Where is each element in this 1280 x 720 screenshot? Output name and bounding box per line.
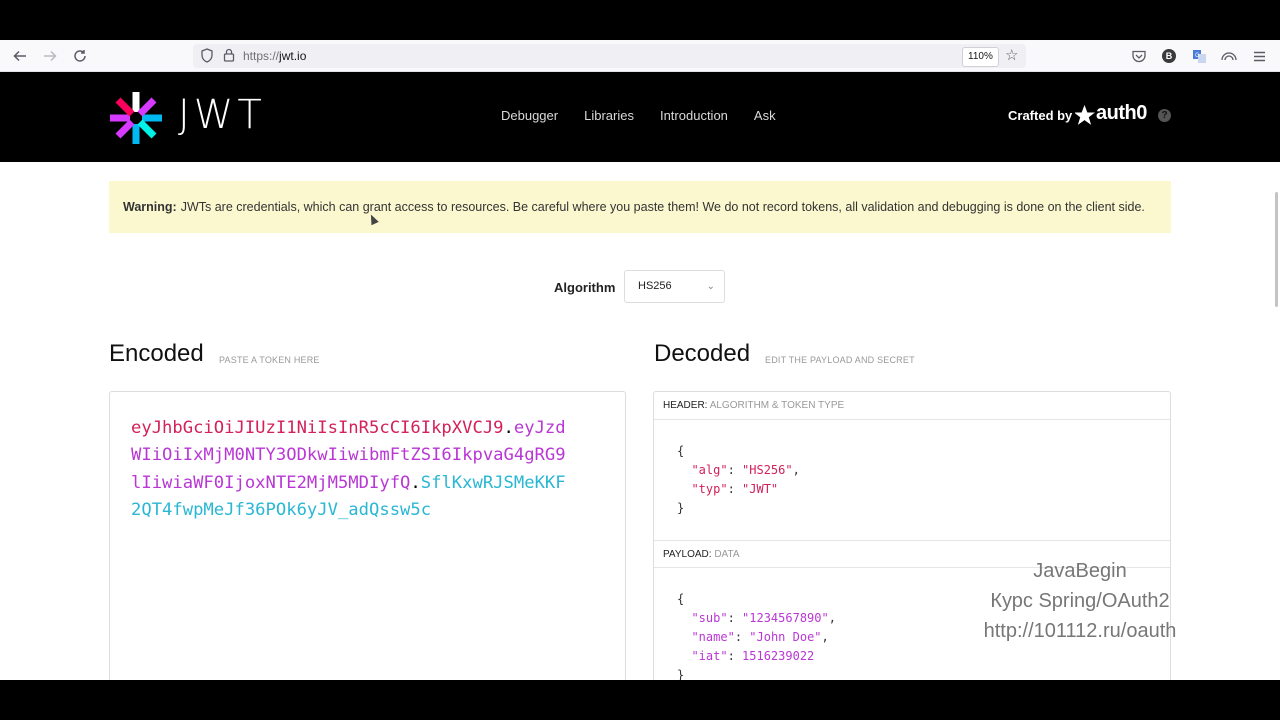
crafted-by-label: Crafted by	[1008, 108, 1073, 123]
token-dot: .	[410, 472, 421, 493]
token-header: eyJhbGciOiJIUzI1NiIsInR5cCI6IkpXVCJ9	[131, 418, 504, 438]
menu-icon[interactable]	[1249, 46, 1269, 66]
token-text[interactable]: eyJhbGciOiJIUzI1NiIsInR5cCI6IkpXVCJ9.eyJ…	[131, 415, 571, 525]
shield-icon[interactable]	[201, 48, 213, 68]
star-icon[interactable]: ☆	[1005, 46, 1018, 64]
header-section-title: HEADER: ALGORITHM & TOKEN TYPE	[654, 392, 1170, 420]
url-text: https://jwt.io	[243, 49, 307, 63]
encoded-subtitle: PASTE A TOKEN HERE	[219, 355, 320, 365]
reload-icon[interactable]	[68, 44, 92, 68]
encoded-token-input[interactable]: eyJhbGciOiJIUzI1NiIsInR5cCI6IkpXVCJ9.eyJ…	[109, 391, 626, 680]
chevron-down-icon: ⌄	[706, 281, 715, 292]
nav-libraries[interactable]: Libraries	[584, 108, 634, 123]
watermark-line: http://101112.ru/oauth	[983, 620, 1177, 642]
pocket-icon[interactable]	[1129, 46, 1149, 66]
decoded-subtitle: EDIT THE PAYLOAD AND SECRET	[765, 355, 915, 365]
nav-ask[interactable]: Ask	[754, 108, 776, 123]
translate-icon[interactable]: G	[1189, 46, 1209, 66]
site-header: JWT Debugger Libraries Introduction Ask …	[0, 72, 1280, 162]
video-watermark: JavaBegin Курс Spring/OAuth2 http://1011…	[955, 556, 1205, 646]
watermark-line: Курс Spring/OAuth2	[990, 590, 1170, 612]
payload-json-editor[interactable]: { "sub": "1234567890", "name": "John Doe…	[677, 590, 836, 680]
scrollbar[interactable]	[1275, 192, 1278, 307]
lock-icon[interactable]	[223, 48, 235, 67]
main-nav: Debugger Libraries Introduction Ask	[488, 108, 789, 123]
warning-banner: Warning: JWTs are credentials, which can…	[109, 181, 1171, 233]
nav-introduction[interactable]: Introduction	[660, 108, 728, 123]
back-arrow-icon[interactable]	[8, 44, 32, 68]
jwt-logo-icon[interactable]	[108, 90, 164, 146]
auth0-logo-icon[interactable]	[1075, 104, 1095, 126]
token-dot: .	[503, 418, 514, 438]
logo-wordmark[interactable]: JWT	[178, 92, 266, 138]
header-json-editor[interactable]: { "alg": "HS256", "typ": "JWT" }	[677, 442, 800, 518]
svg-text:G: G	[1195, 53, 1200, 59]
encoded-title: Encoded	[109, 340, 204, 367]
warning-strong: Warning:	[123, 200, 177, 214]
auth0-brand[interactable]: auth0	[1096, 102, 1147, 125]
nav-debugger[interactable]: Debugger	[501, 108, 558, 123]
algorithm-select[interactable]: HS256 ⌄	[624, 270, 725, 303]
algorithm-value: HS256	[638, 280, 672, 292]
watermark-line: JavaBegin	[1033, 560, 1127, 582]
warning-text: JWTs are credentials, which can grant ac…	[180, 200, 1145, 214]
account-icon[interactable]: B	[1159, 46, 1179, 66]
decoded-title: Decoded	[654, 340, 751, 367]
zoom-level-badge[interactable]: 110%	[962, 47, 999, 67]
extension-icon[interactable]	[1219, 46, 1239, 66]
help-icon[interactable]: ?	[1158, 109, 1171, 122]
forward-arrow-icon[interactable]	[38, 44, 62, 68]
browser-toolbar: https://jwt.io 110% ☆ B G	[0, 40, 1280, 72]
algorithm-label: Algorithm	[554, 280, 616, 295]
page-content: Warning: JWTs are credentials, which can…	[0, 162, 1280, 680]
address-bar[interactable]: https://jwt.io 110% ☆	[193, 44, 1026, 68]
